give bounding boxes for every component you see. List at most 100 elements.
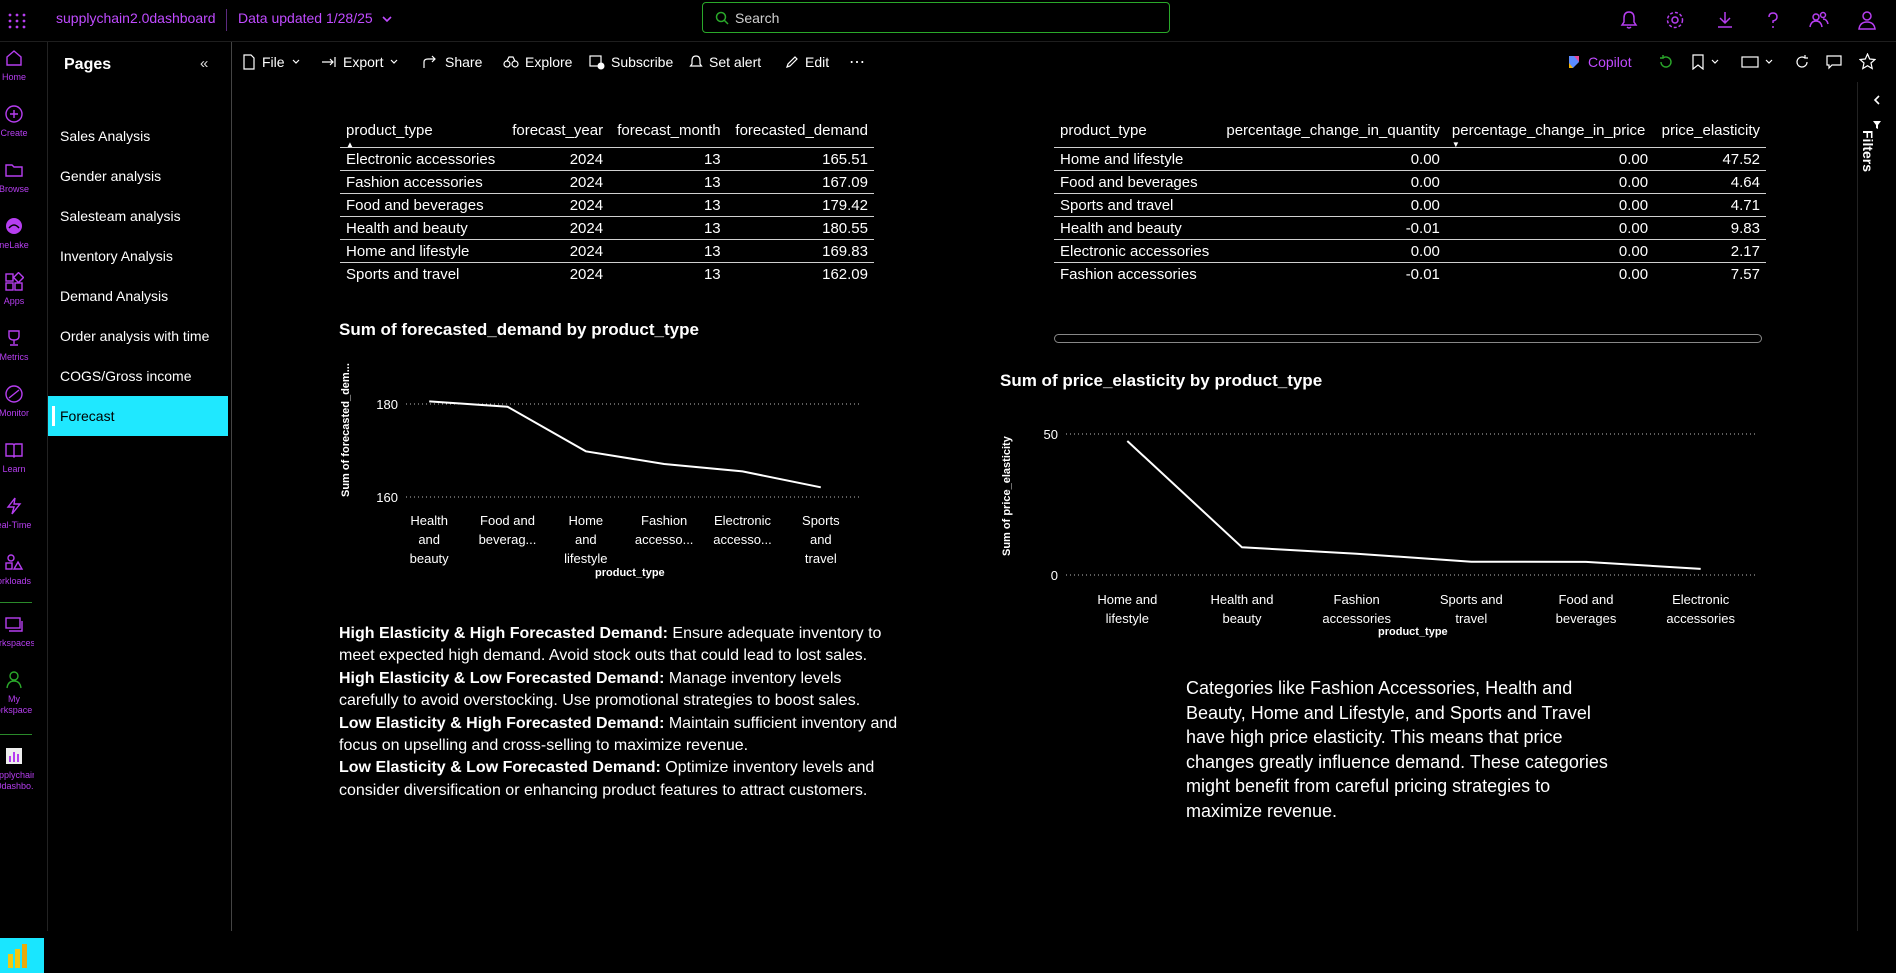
rail-current-report[interactable]: upplychain .0dashbo... [0, 740, 48, 806]
table-cell: 0.00 [1445, 147, 1655, 171]
chart-title: Sum of forecasted_demand by product_type [339, 320, 699, 339]
chevron-down-icon[interactable] [380, 12, 394, 26]
rail-workspaces[interactable]: orkspaces [0, 608, 48, 660]
column-header[interactable]: forecast_year [504, 118, 609, 148]
data-point[interactable] [505, 404, 510, 409]
column-header[interactable]: product_type ▲ [340, 118, 504, 149]
view-icon[interactable] [1741, 55, 1759, 69]
app-launcher-icon[interactable] [6, 10, 28, 32]
table-row[interactable]: Health and beauty -0.01 0.00 9.83 [1054, 216, 1766, 240]
page-sales-analysis[interactable]: Sales Analysis [48, 116, 228, 156]
download-icon[interactable] [1714, 9, 1736, 31]
page-gender-analysis[interactable]: Gender analysis [48, 156, 228, 196]
chevron-down-icon[interactable] [1710, 57, 1720, 67]
share-people-icon[interactable] [1808, 9, 1830, 31]
share-button[interactable]: Share [423, 52, 482, 72]
data-point[interactable] [583, 449, 588, 454]
data-point[interactable] [662, 462, 667, 467]
page-demand-analysis[interactable]: Demand Analysis [48, 276, 228, 316]
page-inventory-analysis[interactable]: Inventory Analysis [48, 236, 228, 276]
data-point[interactable] [1584, 559, 1589, 564]
table-row[interactable]: Sports and travel 2024 13 162.09 [340, 262, 874, 286]
elasticity-table: product_type percentage_change_in_quanti… [1054, 118, 1766, 286]
column-header[interactable]: product_type [1054, 118, 1217, 148]
column-header[interactable]: forecast_month [609, 118, 727, 148]
price-elasticity-line-chart[interactable]: 0 50 Home and lifestyle Health and beauty Fash… [1030, 418, 1760, 628]
data-point[interactable] [1125, 438, 1130, 443]
rail-workloads[interactable]: orkloads [0, 546, 48, 598]
data-point[interactable] [1240, 545, 1245, 550]
horizontal-scrollbar[interactable] [1054, 334, 1762, 343]
reset-icon[interactable] [1658, 54, 1674, 70]
bookmark-icon[interactable] [1691, 54, 1705, 70]
rail-browse[interactable]: Browse [0, 154, 48, 206]
account-icon[interactable] [1856, 9, 1878, 31]
rail-realtime[interactable]: eal-Time [0, 490, 48, 542]
subscribe-button[interactable]: Subscribe [589, 52, 673, 72]
table-cell: 180.55 [726, 216, 874, 240]
rail-apps[interactable]: Apps [0, 266, 48, 318]
search-input[interactable] [735, 9, 1155, 27]
search-box[interactable] [702, 2, 1170, 33]
set-alert-label: Set alert [709, 54, 762, 70]
rail-learn[interactable]: Learn [0, 434, 48, 486]
rail-my-workspace[interactable]: My orkspace [0, 664, 48, 730]
table-row[interactable]: Fashion accessories 2024 13 167.09 [340, 170, 874, 194]
table-row[interactable]: Fashion accessories -0.01 0.00 7.57 [1054, 262, 1766, 286]
page-forecast[interactable]: Forecast [48, 396, 228, 436]
table-row[interactable]: Food and beverages 2024 13 179.42 [340, 193, 874, 217]
workspace-name[interactable]: supplychain2.0dashboard [56, 10, 216, 26]
table-row[interactable]: Food and beverages 0.00 0.00 4.64 [1054, 170, 1766, 194]
gear-icon[interactable] [1664, 9, 1686, 31]
explore-button[interactable]: Explore [503, 52, 572, 72]
powerbi-logo[interactable] [0, 938, 44, 973]
more-options-button[interactable]: ⋯ [849, 52, 865, 72]
page-salesteam-analysis[interactable]: Salesteam analysis [48, 196, 228, 236]
explore-icon [503, 56, 519, 68]
series-line[interactable] [429, 400, 821, 489]
table-row[interactable]: Sports and travel 0.00 0.00 4.71 [1054, 193, 1766, 217]
chevron-down-icon[interactable] [1764, 57, 1774, 67]
rail-metrics[interactable]: Metrics [0, 322, 48, 374]
data-point[interactable] [427, 399, 432, 404]
copilot-button[interactable]: Copilot [1566, 52, 1632, 72]
column-header[interactable]: percentage_change_in_price ▼ [1446, 118, 1654, 149]
data-updated-label[interactable]: Data updated 1/28/25 [238, 10, 373, 26]
column-header[interactable]: percentage_change_in_quantity [1217, 118, 1446, 148]
favorite-star-icon[interactable] [1859, 53, 1876, 70]
help-icon[interactable] [1762, 9, 1784, 31]
rail-onelake[interactable]: neLake [0, 210, 48, 262]
table-header-row: product_type ▲ forecast_year forecast_mon… [340, 118, 874, 149]
data-point[interactable] [740, 469, 745, 474]
forecasted-demand-line-chart[interactable]: 160 180 Health and beauty Food and beverag... H… [360, 386, 870, 566]
column-header[interactable]: forecasted_demand [727, 118, 874, 148]
set-alert-button[interactable]: Set alert [689, 52, 761, 72]
comment-icon[interactable] [1826, 54, 1842, 70]
data-point[interactable] [1469, 559, 1474, 564]
series-line[interactable] [1126, 440, 1701, 570]
rail-home[interactable]: Home [0, 42, 48, 94]
filters-pane-collapsed[interactable] [1857, 82, 1896, 931]
table-row[interactable]: Home and lifestyle 0.00 0.00 47.52 [1054, 147, 1766, 171]
export-menu[interactable]: Export [321, 52, 399, 72]
page-order-analysis[interactable]: Order analysis with time [48, 316, 228, 356]
chevron-left-icon[interactable] [1872, 94, 1882, 106]
pages-title: Pages [64, 56, 112, 73]
data-point[interactable] [1354, 551, 1359, 556]
filters-label[interactable]: Filters [1860, 130, 1876, 172]
rail-create[interactable]: Create [0, 98, 48, 150]
table-row[interactable]: Health and beauty 2024 13 180.55 [340, 216, 874, 240]
refresh-icon[interactable] [1794, 54, 1810, 70]
page-cogs[interactable]: COGS/Gross income [48, 356, 228, 396]
edit-button[interactable]: Edit [785, 52, 829, 72]
rail-monitor[interactable]: Monitor [0, 378, 48, 430]
table-row[interactable]: Electronic accessories 2024 13 165.51 [340, 147, 874, 171]
collapse-pane-icon[interactable]: « [200, 55, 208, 72]
table-row[interactable]: Electronic accessories 0.00 0.00 2.17 [1054, 239, 1766, 263]
data-point[interactable] [1698, 566, 1703, 571]
table-row[interactable]: Home and lifestyle 2024 13 169.83 [340, 239, 874, 263]
data-point[interactable] [818, 485, 823, 490]
bell-icon[interactable] [1618, 9, 1640, 31]
file-menu[interactable]: File [242, 52, 301, 72]
column-header[interactable]: price_elasticity [1654, 118, 1766, 148]
